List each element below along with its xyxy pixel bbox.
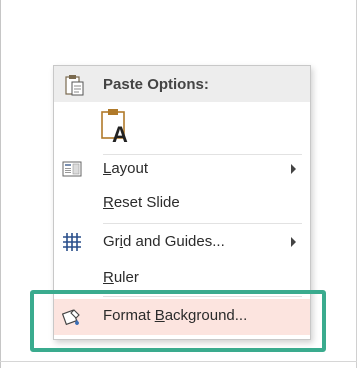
slide-left-edge (0, 0, 1, 368)
format-background-icon (61, 306, 82, 326)
menu-item-label: Layout (103, 160, 149, 177)
layout-icon (62, 159, 82, 179)
menu-item-label: Format Background... (103, 307, 248, 324)
menu-item-ruler[interactable]: Ruler (54, 261, 310, 295)
paste-glyph: A (112, 122, 128, 144)
menu-item-grid-and-guides[interactable]: Grid and Guides... (54, 225, 310, 259)
separator (103, 296, 302, 297)
paste-options-label: Paste Options: (103, 76, 209, 93)
paste-options-header: Paste Options: (54, 66, 310, 102)
menu-item-label: Ruler (103, 269, 139, 286)
submenu-arrow-icon (291, 237, 296, 247)
menu-item-reset-slide[interactable]: Reset Slide (54, 186, 310, 220)
grid-icon (62, 232, 82, 252)
slide-bottom-edge (0, 361, 357, 362)
keep-text-only-icon: A (101, 109, 128, 147)
clipboard-icon (63, 73, 85, 102)
separator (103, 223, 302, 224)
menu-item-label: Grid and Guides... (103, 233, 225, 250)
menu-item-layout[interactable]: Layout (54, 152, 310, 186)
context-menu: Paste Options: A Layout Reset Slide Grid… (53, 65, 311, 340)
menu-item-label: Reset Slide (103, 194, 180, 211)
submenu-arrow-icon (291, 164, 296, 174)
paste-keep-text-only-button[interactable]: A (98, 106, 134, 147)
menu-item-format-background[interactable]: Format Background... (54, 299, 310, 335)
